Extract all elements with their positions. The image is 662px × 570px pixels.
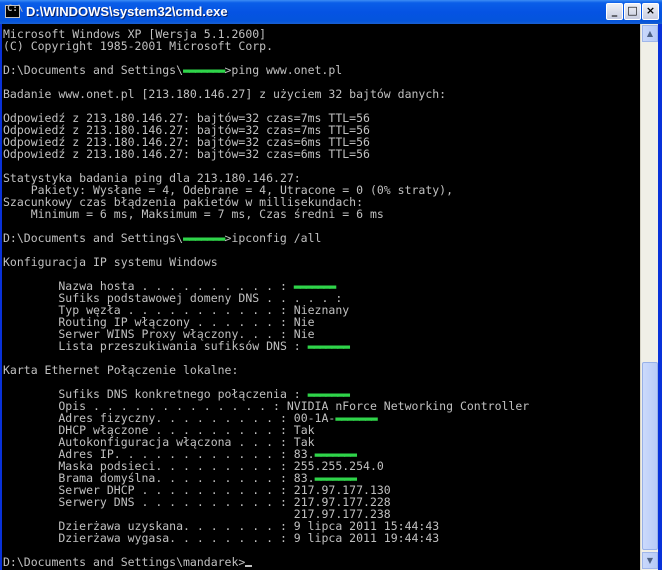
console-line: D:\Documents and Settings\▬▬▬▬▬▬▬>ping w…	[3, 64, 529, 76]
console-line: D:\Documents and Settings\mandarek>	[3, 556, 529, 568]
window-border	[658, 24, 662, 570]
console-line-text: Konfiguracja IP systemu Windows	[3, 255, 218, 269]
console-line-text: Odpowiedź z 213.180.146.27: bajtów=32 cz…	[3, 147, 370, 161]
console-line: Minimum = 6 ms, Maksimum = 7 ms, Czas śr…	[3, 208, 529, 220]
text-cursor	[245, 565, 253, 567]
scroll-up-arrow-icon[interactable]: ▲	[642, 25, 658, 42]
console-line: Konfiguracja IP systemu Windows	[3, 256, 529, 268]
window-title: D:\WINDOWS\system32\cmd.exe	[26, 4, 228, 19]
console-line-text: Minimum = 6 ms, Maksimum = 7 ms, Czas śr…	[3, 207, 384, 221]
console-line-text: D:\Documents and Settings\	[3, 63, 184, 77]
console-icon[interactable]: C:\	[5, 4, 24, 18]
console-line-text: Karta Ethernet Połączenie lokalne:	[3, 363, 239, 377]
console-icon-label: C:\	[7, 4, 24, 14]
command-text: ping www.onet.pl	[231, 63, 343, 77]
console-line: Dzierżawa wygasa. . . . . . . . : 9 lipc…	[3, 532, 529, 544]
maximize-button[interactable]: □	[624, 3, 641, 20]
console-line-text: Dzierżawa wygasa. . . . . . . . : 9 lipc…	[3, 531, 440, 545]
cmd-window: C:\ D:\WINDOWS\system32\cmd.exe _ □ × Mi…	[0, 0, 662, 570]
console-line-text: D:\Documents and Settings\mandarek>	[3, 555, 246, 569]
console-line-text: (C) Copyright 1985-2001 Microsoft Corp.	[3, 39, 274, 53]
redacted-text: ▬▬▬▬▬▬▬	[183, 63, 225, 77]
redacted-text: ▬▬▬▬▬▬▬	[183, 231, 225, 245]
console-line-text: D:\Documents and Settings\	[3, 231, 184, 245]
redacted-text: ▬▬▬▬▬▬▬	[335, 411, 377, 425]
minimize-button[interactable]: _	[606, 3, 623, 20]
console-line-text: Badanie www.onet.pl [213.180.146.27] z u…	[3, 87, 447, 101]
scroll-down-arrow-icon[interactable]: ▼	[642, 552, 658, 569]
console-line: D:\Documents and Settings\▬▬▬▬▬▬▬>ipconf…	[3, 232, 529, 244]
console-line: Odpowiedź z 213.180.146.27: bajtów=32 cz…	[3, 148, 529, 160]
console-line: Karta Ethernet Połączenie lokalne:	[3, 364, 529, 376]
close-button[interactable]: ×	[642, 3, 659, 20]
title-bar[interactable]: C:\ D:\WINDOWS\system32\cmd.exe _ □ ×	[0, 0, 662, 24]
console-line: Badanie www.onet.pl [213.180.146.27] z u…	[3, 88, 529, 100]
command-text: ipconfig /all	[231, 231, 322, 245]
console-text: Microsoft Windows XP [Wersja 5.1.2600] (C…	[3, 28, 529, 568]
console-line-text: Lista przeszukiwania sufiksów DNS :	[3, 339, 308, 353]
redacted-text: ▬▬▬▬▬▬▬	[307, 339, 350, 353]
vertical-scrollbar[interactable]: ▲ ▼	[640, 24, 658, 570]
scroll-thumb[interactable]	[642, 362, 658, 550]
console-line: (C) Copyright 1985-2001 Microsoft Corp.	[3, 40, 529, 52]
console-line: Lista przeszukiwania sufiksów DNS : ▬▬▬▬…	[3, 340, 529, 352]
console-output[interactable]: Microsoft Windows XP [Wersja 5.1.2600] (C…	[2, 24, 640, 570]
